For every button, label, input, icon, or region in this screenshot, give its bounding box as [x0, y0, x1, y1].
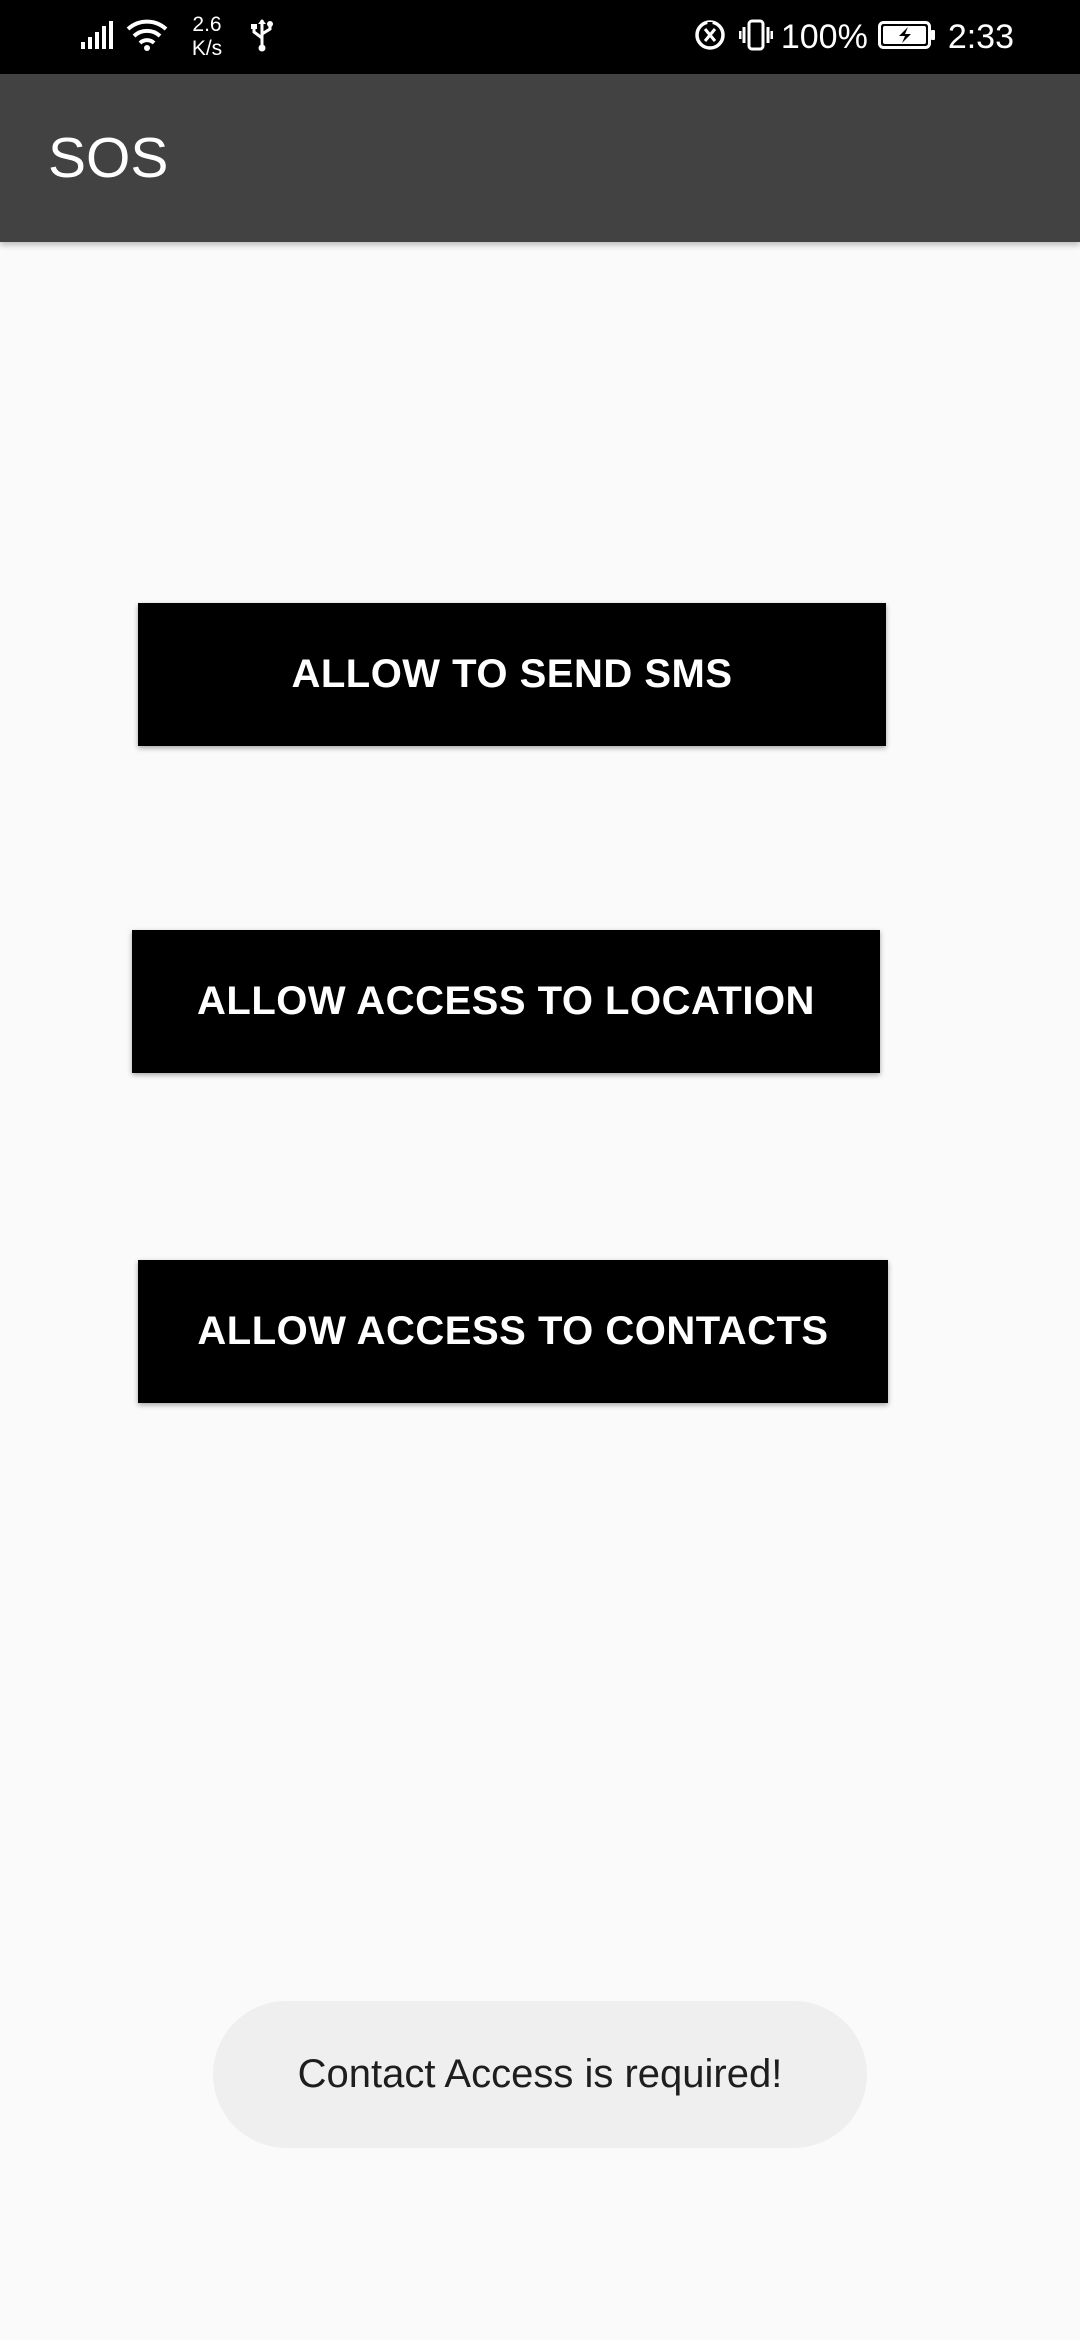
network-speed-value: 2.6 — [192, 13, 222, 36]
allow-contacts-access-button[interactable]: ALLOW ACCESS TO CONTACTS — [138, 1260, 888, 1403]
app-title: SOS — [48, 126, 169, 190]
signal-icon — [80, 20, 116, 55]
vibrate-icon — [738, 18, 774, 57]
wifi-icon — [126, 18, 168, 57]
screen: 2.6 K/s 100% 2:33 SOS ALLOW TO SEND SMS … — [0, 0, 1080, 2340]
allow-location-access-button[interactable]: ALLOW ACCESS TO LOCATION — [132, 930, 880, 1073]
toast-message: Contact Access is required! — [213, 2001, 867, 2148]
battery-percent: 100% — [780, 17, 868, 56]
status-bar-right: 100% 2:33 — [693, 0, 1014, 74]
clock: 2:33 — [947, 17, 1014, 56]
usb-icon — [250, 18, 274, 57]
status-bar-left: 2.6 K/s — [80, 0, 274, 74]
network-speed: 2.6 K/s — [184, 13, 230, 61]
battery-charging-icon — [877, 20, 936, 54]
network-speed-unit: K/s — [191, 37, 223, 60]
data-saver-icon — [693, 18, 727, 57]
status-bar: 2.6 K/s 100% 2:33 — [0, 0, 1080, 74]
toast-text: Contact Access is required! — [297, 2052, 783, 2096]
app-bar: SOS — [0, 74, 1080, 242]
allow-send-sms-button[interactable]: ALLOW TO SEND SMS — [138, 603, 886, 746]
